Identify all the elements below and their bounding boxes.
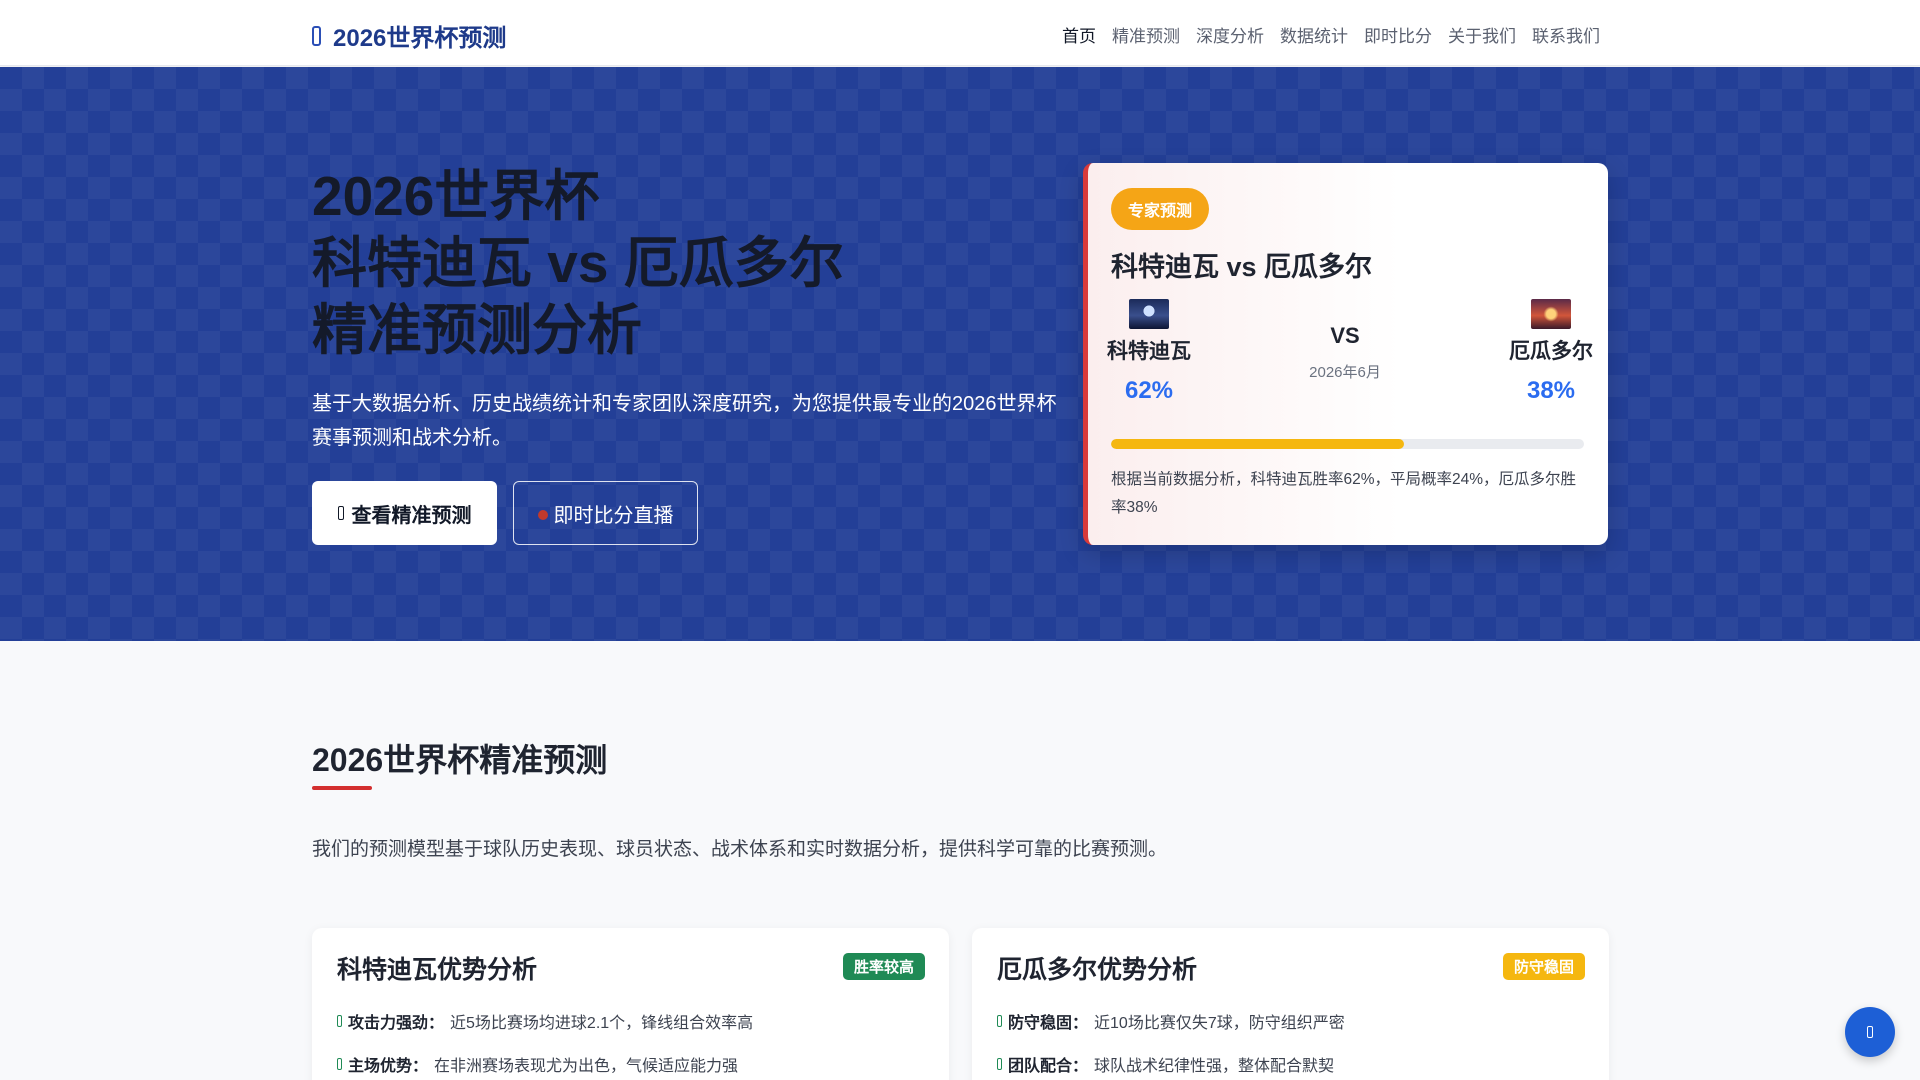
feature-text: 球队战术纪律性强，整体配合默契 [1094,1058,1335,1075]
top-navbar: 2026世界杯预测 首页 精准预测 深度分析 数据统计 即时比分 关于我们 联系… [0,0,1920,66]
win-probability-bar [1111,439,1584,449]
live-score-button[interactable]: 即时比分直播 [513,481,698,545]
brand-title: 2026世界杯预测 [333,25,507,52]
vs-label: VS [1330,323,1360,348]
feature-item: 攻击力强劲： 近5场比赛场均进球2.1个，锋线组合效率高 [337,1009,753,1033]
back-to-top-button[interactable] [1845,1007,1895,1057]
expert-badge: 专家预测 [1111,188,1210,230]
nav-links: 首页 精准预测 深度分析 数据统计 即时比分 关于我们 联系我们 [1062,22,1600,47]
chart-icon [337,506,344,520]
feature-label: 主场优势： [348,1058,429,1075]
away-team: 厄瓜多尔 38% [1506,299,1596,405]
nav-link-home[interactable]: 首页 [1062,22,1096,47]
feature-label: 攻击力强劲： [348,1015,445,1032]
analysis-card-title: 厄瓜多尔优势分析 [997,956,1198,984]
nav-link-live-scores[interactable]: 即时比分 [1364,22,1432,47]
nav-link-about[interactable]: 关于我们 [1448,22,1516,47]
arrow-up-icon [1867,1026,1873,1038]
prediction-card: 专家预测 科特迪瓦 vs 厄瓜多尔 科特迪瓦 62% VS 2026年6月 厄瓜… [1083,163,1608,545]
section-title-underline [312,786,372,790]
analysis-card-tag: 防守稳固 [1502,953,1585,980]
hero-title-line-1: 2026世界杯 [312,165,600,227]
view-predictions-label: 查看精准预测 [351,504,472,527]
brand-logo[interactable]: 2026世界杯预测 [312,18,506,53]
match-date: 2026年6月 [1309,364,1381,381]
football-icon [312,25,321,46]
check-icon [337,1058,342,1070]
hero-title-line-3: 精准预测分析 [312,299,643,361]
match-title: 科特迪瓦 vs 厄瓜多尔 [1111,252,1373,282]
away-team-name: 厄瓜多尔 [1509,340,1593,363]
feature-item: 主场优势： 在非洲赛场表现尤为出色，气候适应能力强 [337,1052,738,1076]
section-description: 我们的预测模型基于球队历史表现、球员状态、战术体系和实时数据分析，提供科学可靠的… [312,839,1168,860]
nav-link-analysis[interactable]: 深度分析 [1196,22,1264,47]
hero-title: 2026世界杯 科特迪瓦 vs 厄瓜多尔 精准预测分析 [312,163,844,364]
hero-description: 基于大数据分析、历史战绩统计和专家团队深度研究，为您提供最专业的2026世界杯赛… [312,393,1057,449]
nav-link-contact[interactable]: 联系我们 [1532,22,1600,47]
home-team-percentage: 62% [1124,377,1174,404]
win-probability-fill [1111,439,1405,449]
away-team-flag [1531,299,1571,329]
hero-section: 2026世界杯 科特迪瓦 vs 厄瓜多尔 精准预测分析 基于大数据分析、历史战绩… [0,67,1920,641]
view-predictions-button[interactable]: 查看精准预测 [312,481,497,545]
live-score-label: 即时比分直播 [553,504,674,527]
hero-title-line-2: 科特迪瓦 vs 厄瓜多尔 [312,232,844,294]
vs-box: VS 2026年6月 [1295,323,1395,382]
feature-item: 防守稳固： 近10场比赛仅失7球，防守组织严密 [997,1009,1345,1033]
nav-link-predictions[interactable]: 精准预测 [1112,22,1180,47]
away-team-percentage: 38% [1526,377,1576,404]
feature-text: 在非洲赛场表现尤为出色，气候适应能力强 [434,1058,739,1075]
home-team-name: 科特迪瓦 [1107,340,1191,363]
section-title: 2026世界杯精准预测 [312,742,608,778]
feature-label: 防守稳固： [1008,1015,1089,1032]
nav-link-stats[interactable]: 数据统计 [1280,22,1348,47]
home-team: 科特迪瓦 62% [1104,299,1194,405]
check-icon [997,1015,1002,1027]
analysis-card-title: 科特迪瓦优势分析 [337,956,538,984]
home-team-flag [1129,299,1169,329]
live-dot-icon [537,510,548,520]
prediction-note: 根据当前数据分析，科特迪瓦胜率62%，平局概率24%，厄瓜多尔胜率38% [1111,471,1577,516]
feature-item: 团队配合： 球队战术纪律性强，整体配合默契 [997,1052,1334,1076]
check-icon [337,1015,342,1027]
feature-text: 近10场比赛仅失7球，防守组织严密 [1094,1015,1345,1032]
analysis-card-tag: 胜率较高 [842,953,925,980]
feature-text: 近5场比赛场均进球2.1个，锋线组合效率高 [450,1015,754,1032]
check-icon [997,1058,1002,1070]
feature-label: 团队配合： [1008,1058,1089,1075]
